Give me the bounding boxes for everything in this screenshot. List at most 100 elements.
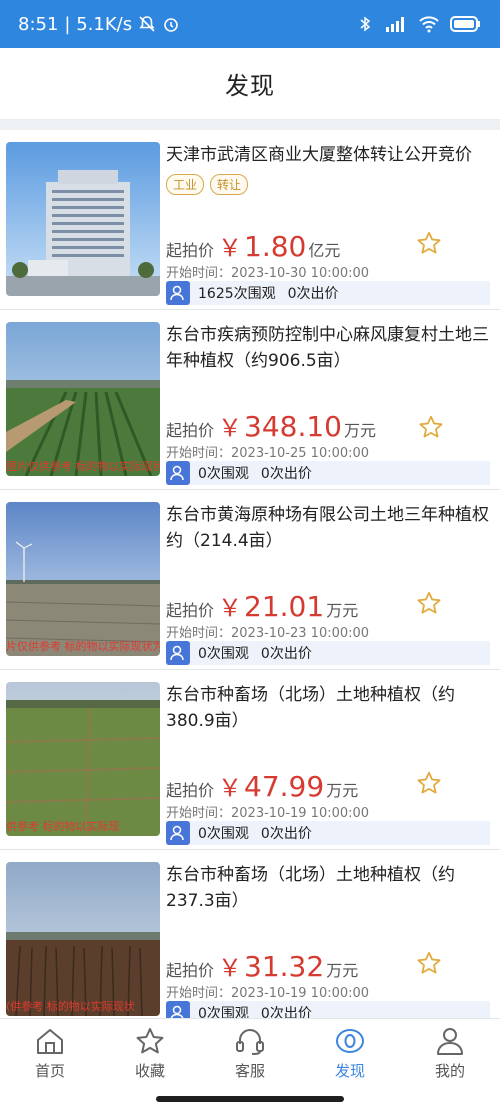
view-count: 0次围观: [198, 1006, 249, 1018]
price-label: 起拍价: [166, 241, 215, 260]
bid-count: 0次出价: [260, 826, 312, 842]
tab-discover[interactable]: 发现: [300, 1019, 400, 1088]
tab-label: 收藏: [134, 1062, 165, 1080]
bid-count: 0次出价: [287, 286, 339, 302]
start-time: 开始时间：2023-10-23 10:00:00: [166, 626, 370, 641]
user-icon: [166, 461, 190, 485]
start-time: 开始时间：2023-10-30 10:00:00: [166, 266, 370, 281]
tab-home[interactable]: 首页: [0, 1019, 100, 1088]
thumbnail-watermark: 图片仅供参考 标的物以实际现状为准: [6, 460, 160, 473]
tab-profile[interactable]: 我的: [400, 1019, 500, 1088]
thumbnail-watermark: 供参考 标的物以实际现: [6, 820, 120, 833]
bottom-tab-bar: 首页 收藏 客服 发现 我的: [0, 1018, 500, 1088]
favorite-star-icon[interactable]: [418, 414, 444, 440]
price-unit: 万元: [326, 601, 359, 620]
price-unit: 亿元: [308, 241, 341, 260]
price-label: 起拍价: [166, 781, 215, 800]
price-label: 起拍价: [166, 601, 215, 620]
start-time: 开始时间：2023-10-19 10:00:00: [166, 806, 370, 821]
auction-title[interactable]: 天津市武清区商业大厦整体转让公开竞价: [166, 142, 494, 168]
tag-group: 工业 转让: [166, 174, 249, 195]
wifi-icon: [419, 16, 439, 33]
price-unit: 万元: [326, 961, 359, 980]
currency-symbol: ￥: [218, 954, 243, 982]
price-row: 起拍价 ￥ 348.10 万元: [166, 408, 376, 443]
view-count: 1625次围观: [198, 286, 276, 302]
auction-title[interactable]: 东台市黄海原种场有限公司土地三年种植权约（214.4亩）: [166, 502, 494, 554]
mute-bell-icon: [139, 16, 155, 32]
tag: 转让: [210, 174, 249, 195]
favorite-star-icon[interactable]: [416, 950, 442, 976]
tab-service[interactable]: 客服: [200, 1019, 300, 1088]
signal-icon: [386, 17, 404, 32]
start-time: 开始时间：2023-10-19 10:00:00: [166, 986, 370, 1001]
stats-bar: 0次围观 0次出价: [166, 821, 490, 845]
view-count: 0次围观: [198, 826, 249, 842]
auction-thumbnail: 片仅供参考 标的物以实际现状为: [6, 502, 160, 656]
headset-icon: [236, 1029, 264, 1055]
favorite-star-icon[interactable]: [416, 230, 442, 256]
price-row: 起拍价 ￥ 1.80 亿元: [166, 228, 340, 263]
auction-list[interactable]: 天津市武清区商业大厦整体转让公开竞价 工业 转让 起拍价 ￥ 1.80 亿元 开…: [0, 120, 500, 1018]
home-icon: [37, 1029, 63, 1054]
page-title: 发现: [225, 72, 275, 100]
currency-symbol: ￥: [218, 774, 243, 802]
currency-symbol: ￥: [218, 594, 243, 622]
auction-card[interactable]: 供参考 标的物以实际现 东台市种畜场（北场）土地种植权（约380.9亩） 起拍价…: [0, 670, 500, 850]
start-time: 开始时间：2023-10-25 10:00:00: [166, 446, 370, 461]
home-indicator[interactable]: [156, 1096, 344, 1102]
auction-thumbnail: 供参考 标的物以实际现: [6, 682, 160, 836]
thumbnail-watermark: (供参考 标的物以实际现状: [6, 1000, 135, 1013]
price-row: 起拍价 ￥ 21.01 万元: [166, 588, 358, 623]
user-icon: [166, 281, 190, 305]
currency-symbol: ￥: [218, 234, 243, 262]
price-value: 21.01: [244, 590, 325, 623]
user-icon: [166, 1001, 190, 1018]
user-icon: [437, 1028, 463, 1055]
currency-symbol: ￥: [218, 414, 243, 442]
tab-label: 客服: [234, 1062, 265, 1080]
auction-thumbnail: 图片仅供参考 标的物以实际现状为准: [6, 322, 160, 476]
view-count: 0次围观: [198, 466, 249, 482]
bid-count: 0次出价: [260, 646, 312, 662]
stats-bar: 0次围观 0次出价: [166, 1001, 490, 1018]
price-row: 起拍价 ￥ 47.99 万元: [166, 768, 358, 803]
auction-card[interactable]: 图片仅供参考 标的物以实际现状为准 东台市疾病预防控制中心麻风康复村土地三年种植…: [0, 310, 500, 490]
auction-thumbnail: (供参考 标的物以实际现状: [6, 862, 160, 1016]
discover-icon: [336, 1029, 364, 1053]
status-speed: | 5.1K/s: [64, 13, 133, 35]
bid-count: 0次出价: [260, 466, 312, 482]
stats-bar: 1625次围观 0次出价: [166, 281, 490, 305]
price-value: 1.80: [244, 230, 307, 263]
auction-card[interactable]: 片仅供参考 标的物以实际现状为 东台市黄海原种场有限公司土地三年种植权约（214…: [0, 490, 500, 670]
favorite-star-icon[interactable]: [416, 590, 442, 616]
favorite-star-icon[interactable]: [416, 770, 442, 796]
status-bar: 8:51 | 5.1K/s: [0, 0, 500, 48]
price-row: 起拍价 ￥ 31.32 万元: [166, 948, 358, 983]
tab-favorites[interactable]: 收藏: [100, 1019, 200, 1088]
auction-card[interactable]: (供参考 标的物以实际现状 东台市种畜场（北场）土地种植权（约237.3亩） 起…: [0, 850, 500, 1018]
price-unit: 万元: [344, 421, 377, 440]
auction-card[interactable]: 天津市武清区商业大厦整体转让公开竞价 工业 转让 起拍价 ￥ 1.80 亿元 开…: [0, 130, 500, 310]
user-icon: [166, 821, 190, 845]
auction-title[interactable]: 东台市种畜场（北场）土地种植权（约380.9亩）: [166, 682, 494, 734]
price-value: 47.99: [244, 770, 325, 803]
tab-label: 我的: [434, 1062, 465, 1080]
stats-bar: 0次围观 0次出价: [166, 641, 490, 665]
auction-title[interactable]: 东台市疾病预防控制中心麻风康复村土地三年种植权（约906.5亩）: [166, 322, 494, 374]
price-label: 起拍价: [166, 421, 215, 440]
price-value: 31.32: [244, 950, 325, 983]
tab-label: 发现: [334, 1062, 365, 1080]
bid-count: 0次出价: [260, 1006, 312, 1018]
price-unit: 万元: [326, 781, 359, 800]
star-icon: [136, 1028, 164, 1054]
status-time: 8:51: [18, 13, 59, 35]
tab-label: 首页: [34, 1062, 65, 1080]
auction-title[interactable]: 东台市种畜场（北场）土地种植权（约237.3亩）: [166, 862, 494, 914]
price-label: 起拍价: [166, 961, 215, 980]
user-icon: [166, 641, 190, 665]
battery-icon: [450, 16, 480, 32]
stats-bar: 0次围观 0次出价: [166, 461, 490, 485]
page-header: 发现: [0, 48, 500, 120]
auction-thumbnail: [6, 142, 160, 296]
